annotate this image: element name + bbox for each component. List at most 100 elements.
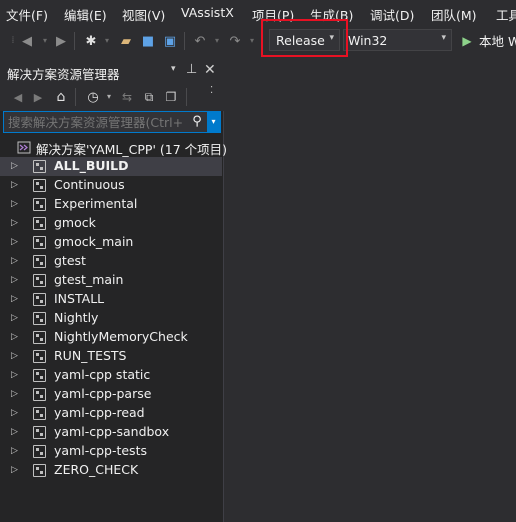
panel-title: 解决方案资源管理器 [7,67,120,82]
filter-dropdown-icon[interactable]: ▾ [100,88,118,106]
solution-label: 解决方案'YAML_CPP' (17 个项目) [36,142,227,157]
home-icon[interactable]: ⌂ [52,88,70,106]
expand-arrow-icon[interactable]: ▷ [11,425,21,439]
project-icon [33,407,46,420]
project-label: INSTALL [54,291,105,306]
menu-edit[interactable]: 编辑(E) [64,5,107,24]
project-icon [33,350,46,363]
project-icon [33,293,46,306]
menu-vassistx[interactable]: VAssistX [181,5,234,20]
menu-debug[interactable]: 调试(D) [370,5,414,24]
expand-arrow-icon[interactable]: ▷ [11,178,21,192]
redo-dropdown-icon[interactable]: ▾ [243,32,261,50]
tree-item-project[interactable]: ▷ Experimental [0,195,222,214]
project-label: NightlyMemoryCheck [54,329,188,344]
project-label: gmock_main [54,234,134,249]
project-label: ZERO_CHECK [54,462,139,477]
tree-item-project[interactable]: ▷ Continuous [0,176,222,195]
tree-item-project[interactable]: ▷ Nightly [0,309,222,328]
expand-arrow-icon[interactable]: ▷ [11,444,21,458]
tree-item-project[interactable]: ▷ gtest_main [0,271,222,290]
expand-arrow-icon[interactable]: ▷ [11,463,21,477]
project-label: gmock [54,215,96,230]
highlight-box [261,19,348,57]
chevron-down-icon: ▾ [441,33,446,43]
project-icon [33,217,46,230]
menu-file[interactable]: 文件(F) [6,5,48,24]
solution-icon [17,141,31,154]
project-label: yaml-cpp-parse [54,386,152,401]
menu-bar: 文件(F) 编辑(E) 视图(V) VAssistX 项目(P) 生成(B) 调… [0,0,516,26]
navigate-forward-icon[interactable]: ▶ [52,32,70,50]
expand-arrow-icon[interactable]: ▷ [11,330,21,344]
expand-arrow-icon[interactable]: ▷ [11,235,21,249]
search-options-dropdown-icon[interactable]: ▾ [207,112,220,132]
solution-search-box[interactable]: ⚲ ▾ [3,111,221,133]
expand-arrow-icon[interactable]: ▷ [11,368,21,382]
show-all-files-icon[interactable]: ❐ [162,88,180,106]
toolbar-separator [74,32,75,50]
expand-arrow-icon[interactable]: ▷ [11,349,21,363]
tree-item-project[interactable]: ▷ NightlyMemoryCheck [0,328,222,347]
search-icon[interactable]: ⚲ [188,113,206,131]
tree-item-project[interactable]: ▷ ALL_BUILD [0,157,222,176]
open-folder-icon[interactable]: ▰ [117,32,135,50]
project-label: Nightly [54,310,99,325]
start-debugging-icon[interactable]: ▶ [458,32,476,50]
undo-dropdown-icon[interactable]: ▾ [208,32,226,50]
expand-arrow-icon[interactable]: ▷ [11,387,21,401]
tree-item-project[interactable]: ▷ yaml-cpp-tests [0,442,222,461]
project-label: gtest_main [54,272,124,287]
solution-root-row[interactable]: 解决方案'YAML_CPP' (17 个项目) [0,138,227,157]
tree-item-project[interactable]: ▷ gtest [0,252,222,271]
project-icon [33,255,46,268]
project-label: Experimental [54,196,138,211]
expand-arrow-icon[interactable]: ▷ [11,254,21,268]
expand-arrow-icon[interactable]: ▷ [11,292,21,306]
standard-toolbar: ⁞ ◀ ▾ ▶ ✱ ▾ ▰ ■ ▣ ↶ ▾ ↷ ▾ Release ▾ Win3… [0,26,516,56]
expand-arrow-icon[interactable]: ▷ [11,406,21,420]
expand-arrow-icon[interactable]: ▷ [11,159,21,173]
tree-item-project[interactable]: ▷ RUN_TESTS [0,347,222,366]
editor-area [224,60,516,522]
tree-item-project[interactable]: ▷ INSTALL [0,290,222,309]
tree-item-project[interactable]: ▷ yaml-cpp-sandbox [0,423,222,442]
tree-item-project[interactable]: ▷ gmock [0,214,222,233]
project-label: ALL_BUILD [54,158,129,173]
undo-icon[interactable]: ↶ [191,32,209,50]
project-icon [33,369,46,382]
collapse-all-icon[interactable]: ⧉ [140,88,158,106]
sync-with-active-document-icon[interactable]: ⇆ [118,88,136,106]
expand-arrow-icon[interactable]: ▷ [11,197,21,211]
project-icon [33,388,46,401]
save-icon[interactable]: ■ [139,32,157,50]
solution-search-input[interactable] [4,112,188,132]
more-options-icon[interactable]: ⁚ [210,85,213,96]
tree-item-project[interactable]: ▷ yaml-cpp static [0,366,222,385]
solution-platform-dropdown[interactable]: Win32 ▾ [343,29,452,51]
navigate-back-icon[interactable]: ◀ [18,32,36,50]
tree-item-project[interactable]: ▷ yaml-cpp-parse [0,385,222,404]
expand-arrow-icon[interactable]: ▷ [11,273,21,287]
new-dropdown-icon[interactable]: ▾ [98,32,116,50]
redo-icon[interactable]: ↷ [226,32,244,50]
tree-item-project[interactable]: ▷ gmock_main [0,233,222,252]
back-icon[interactable]: ◀ [9,88,27,106]
tree-item-project[interactable]: ▷ ZERO_CHECK [0,461,222,480]
tree-item-project[interactable]: ▷ yaml-cpp-read [0,404,222,423]
menu-view[interactable]: 视图(V) [122,5,165,24]
project-label: yaml-cpp static [54,367,151,382]
save-all-icon[interactable]: ▣ [161,32,179,50]
start-debugging-label[interactable]: 本地 W [479,31,516,50]
forward-icon[interactable]: ▶ [29,88,47,106]
solution-explorer-toolbar: ◀ ▶ ⌂ ◷ ▾ ⇆ ⧉ ❐ ⁚ [0,83,224,111]
window-position-dropdown-icon[interactable]: ▾ [171,64,176,74]
project-label: Continuous [54,177,125,192]
expand-arrow-icon[interactable]: ▷ [11,216,21,230]
expand-arrow-icon[interactable]: ▷ [11,311,21,325]
close-icon[interactable]: ✕ [204,62,216,78]
project-label: gtest [54,253,86,268]
pin-icon[interactable]: ⊥ [186,62,197,77]
menu-team[interactable]: 团队(M) [431,5,477,24]
menu-tools[interactable]: 工具 [496,5,516,24]
